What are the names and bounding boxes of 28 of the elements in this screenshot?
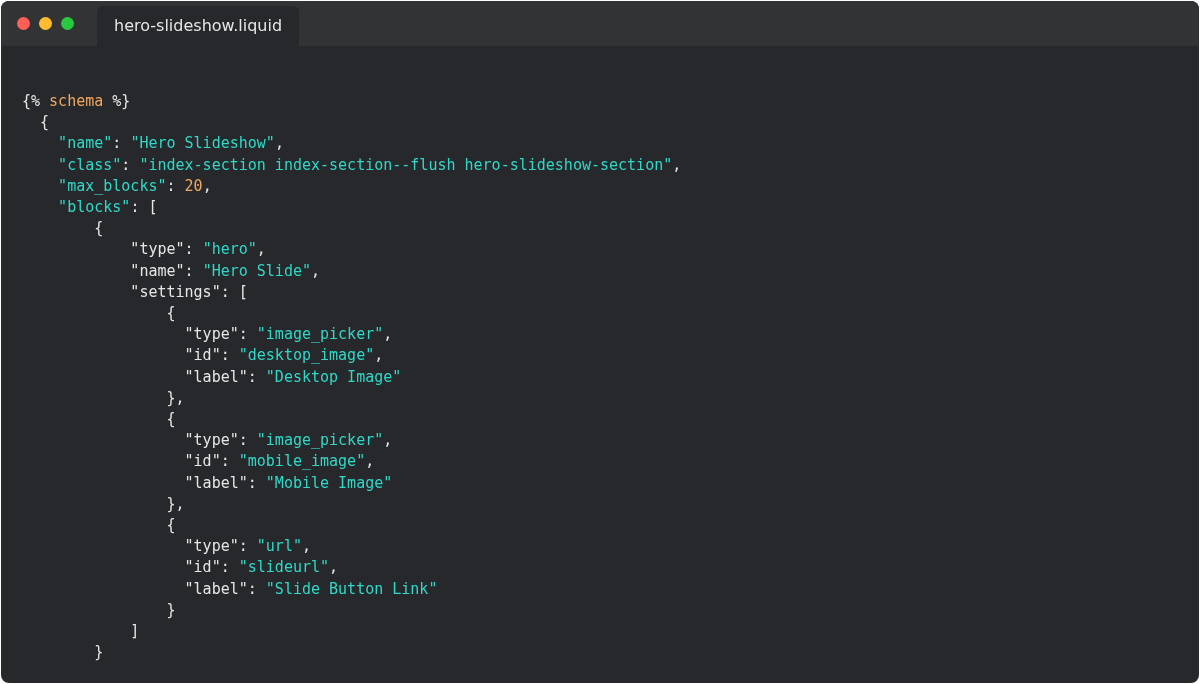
code-line: { bbox=[165, 515, 176, 537]
code-line: }, bbox=[165, 493, 185, 515]
code-line: "id": "mobile_image", bbox=[183, 451, 375, 473]
code-line: { bbox=[93, 218, 104, 240]
file-tab[interactable]: hero-slideshow.liquid bbox=[97, 6, 300, 46]
code-line: "id": "desktop_image", bbox=[183, 345, 384, 367]
code-line: "class": "index-section index-section--flush hero-slideshow-section", bbox=[57, 154, 682, 176]
code-line: "type": "image_picker", bbox=[183, 430, 393, 452]
code-line: { bbox=[39, 112, 50, 134]
code-line: "id": "slideurl", bbox=[183, 557, 339, 579]
code-line: "label": "Slide Button Link" bbox=[183, 578, 438, 600]
code-line: } bbox=[93, 642, 104, 664]
code-line: "label": "Mobile Image" bbox=[183, 472, 393, 494]
code-line: "type": "url", bbox=[183, 536, 311, 558]
code-line: "name": "Hero Slideshow", bbox=[57, 133, 284, 155]
code-line: { bbox=[165, 409, 176, 431]
code-line: { bbox=[165, 303, 176, 325]
code-line: "blocks": [ bbox=[57, 197, 158, 218]
code-line: "name": "Hero Slide", bbox=[129, 260, 321, 282]
code-line: "type": "image_picker", bbox=[183, 324, 393, 346]
code-line: "label": "Desktop Image" bbox=[183, 366, 402, 388]
code-line: "type": "hero", bbox=[129, 239, 266, 261]
code-line: } bbox=[165, 599, 176, 621]
code-line: ] bbox=[129, 621, 140, 643]
code-line: "settings": [ bbox=[129, 281, 248, 303]
code-line: "max_blocks": 20, bbox=[57, 175, 212, 197]
code-line: {% schema %} bbox=[22, 91, 131, 112]
code-line: }, bbox=[165, 387, 185, 409]
